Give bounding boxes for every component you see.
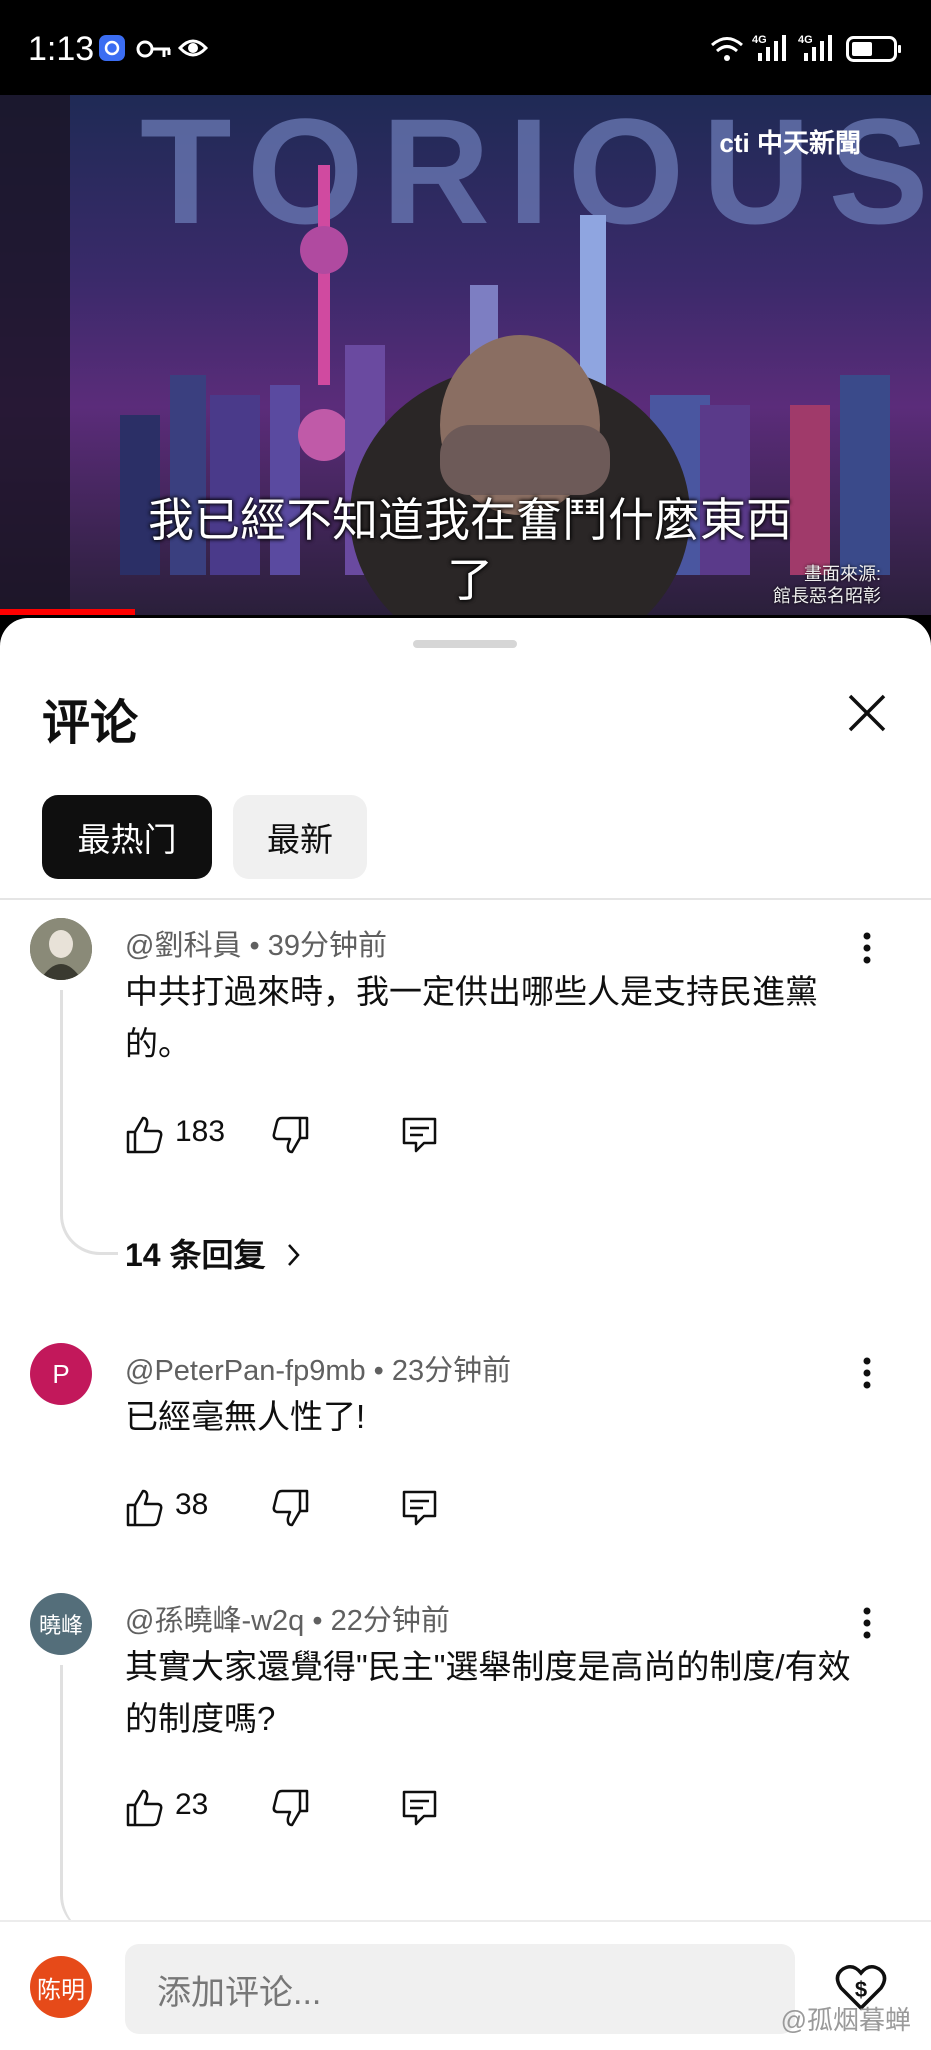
divider (0, 898, 931, 900)
avatar[interactable] (30, 918, 92, 980)
comment-actions: 23 (125, 1783, 465, 1833)
signal-icon-1: 4G (752, 33, 792, 68)
app-notification-icon (98, 34, 126, 67)
battery-icon (846, 36, 902, 67)
comment-author[interactable]: @PeterPan-fp9mb (125, 1355, 366, 1387)
reply-icon (402, 1790, 437, 1826)
comment-item: 曉峰 @孫曉峰-w2q • 22分钟前 其實大家還覺得"民主"選舉制度是高尚的制… (0, 1593, 931, 1935)
network-label-1: 4G (752, 34, 767, 46)
thumbs-up-icon (126, 1789, 163, 1827)
comment-text: 已經毫無人性了! (125, 1398, 366, 1435)
video-subtitle: 我已經不知道我在奮鬥什麼東西 了 (120, 490, 820, 610)
like-button[interactable]: 38 (125, 1483, 235, 1533)
network-label-2: 4G (798, 34, 813, 46)
reply-button[interactable] (400, 1483, 440, 1533)
key-icon (136, 36, 172, 67)
comment-item: @劉科員 • 39分钟前 中共打過來時，我一定供出哪些人是支持民進黨的。 183… (0, 918, 931, 1278)
comment-text: 其實大家還覺得"民主"選舉制度是高尚的制度/有效的制度嗎? (125, 1648, 851, 1737)
subtitle-line-1: 我已經不知道我在奮鬥什麼東西 (148, 494, 792, 546)
thumbs-up-icon (126, 1116, 163, 1154)
reply-button[interactable] (400, 1110, 440, 1160)
close-icon (848, 694, 886, 732)
status-bar: 1:13 4G 4G (0, 0, 931, 95)
comment-meta: @孫曉峰-w2q • 22分钟前 (125, 1597, 450, 1639)
subtitle-line-2: 了 (447, 554, 493, 606)
thumbs-up-icon (126, 1489, 163, 1527)
comment-item: P @PeterPan-fp9mb • 23分钟前 已經毫無人性了! 38 (0, 1343, 931, 1563)
replies-count: 14 条回复 (125, 1237, 266, 1273)
like-count: 183 (175, 1115, 226, 1148)
user-avatar[interactable]: 陈明 (30, 1956, 92, 2018)
comment-author[interactable]: @孫曉峰-w2q (125, 1605, 304, 1637)
svg-text:$: $ (855, 1977, 867, 2002)
close-button[interactable] (842, 688, 892, 738)
comments-sheet: 评论 最热门 最新 @劉科員 • 39分钟前 中共打過來時，我一定供出哪些人是支… (0, 618, 931, 2048)
source-line-1: 畫面來源: (803, 564, 881, 584)
sheet-title: 评论 (42, 697, 139, 750)
wifi-icon (710, 36, 744, 67)
view-replies-link[interactable]: 14 条回复 (125, 1230, 304, 1276)
chevron-right-icon (288, 1244, 301, 1266)
source-line-2: 館長惡名昭彰 (773, 586, 881, 606)
eye-icon (177, 36, 209, 65)
tab-newest[interactable]: 最新 (233, 795, 367, 879)
video-player[interactable]: TORIOUS cti 中天新聞 我已經不知道我在奮鬥什麼東西 了 畫面來源: … (0, 95, 931, 615)
meta-separator: • (312, 1605, 331, 1637)
comment-actions: 38 (125, 1483, 465, 1533)
comment-author[interactable]: @劉科員 (125, 930, 241, 962)
add-comment-input[interactable]: 添加评论... (125, 1944, 795, 2034)
comment-time: 22分钟前 (330, 1605, 450, 1637)
signal-icon-2: 4G (798, 33, 838, 68)
avatar[interactable]: 曉峰 (30, 1593, 92, 1655)
reply-button[interactable] (400, 1783, 440, 1833)
comment-text: 中共打過來時，我一定供出哪些人是支持民進黨的。 (125, 973, 818, 1062)
thumbs-down-icon (272, 1789, 309, 1827)
like-button[interactable]: 23 (125, 1783, 235, 1833)
reply-thread-line (60, 990, 118, 1255)
status-time: 1:13 (28, 30, 95, 68)
channel-logo: cti 中天新聞 (719, 128, 861, 158)
comment-time: 39分钟前 (267, 930, 387, 962)
tab-top[interactable]: 最热门 (42, 795, 212, 879)
dislike-button[interactable] (270, 1483, 310, 1533)
comment-time: 23分钟前 (391, 1355, 512, 1387)
meta-separator: • (249, 930, 268, 962)
thumbs-down-icon (272, 1489, 309, 1527)
dislike-button[interactable] (270, 1110, 310, 1160)
reply-icon (402, 1117, 437, 1153)
reply-icon (402, 1490, 437, 1526)
comment-meta: @PeterPan-fp9mb • 23分钟前 (125, 1347, 511, 1389)
avatar[interactable]: P (30, 1343, 92, 1405)
like-count: 23 (175, 1788, 209, 1821)
thumbs-down-icon (272, 1116, 309, 1154)
comment-meta: @劉科員 • 39分钟前 (125, 922, 387, 964)
comment-actions: 183 (125, 1110, 465, 1160)
reply-thread-line (60, 1665, 118, 1935)
meta-separator: • (373, 1355, 392, 1387)
like-count: 38 (175, 1488, 209, 1521)
video-progress-bar[interactable] (0, 609, 135, 615)
drag-handle[interactable] (413, 640, 517, 648)
like-button[interactable]: 183 (125, 1110, 235, 1160)
weibo-watermark: @孤烟暮蝉 (780, 2005, 911, 2035)
dislike-button[interactable] (270, 1783, 310, 1833)
video-source-credit: 畫面來源: 館長惡名昭彰 (773, 563, 881, 607)
